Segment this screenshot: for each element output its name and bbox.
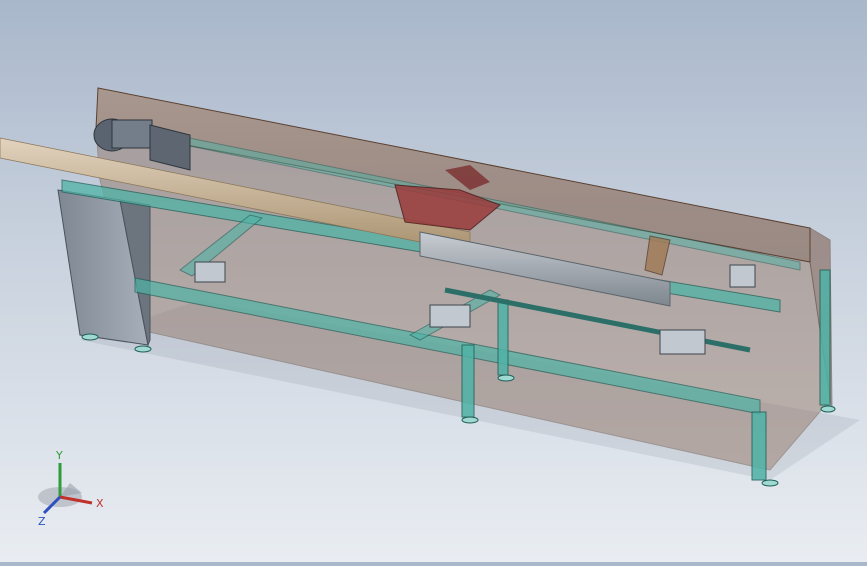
machine-assembly-render (0, 87, 860, 487)
z-axis-label: Z (38, 515, 46, 528)
coordinate-triad-icon: Y X Z (38, 449, 104, 528)
x-axis-label: X (96, 497, 104, 510)
y-axis-label: Y (55, 449, 63, 462)
cad-model-viewport[interactable] (0, 0, 867, 562)
